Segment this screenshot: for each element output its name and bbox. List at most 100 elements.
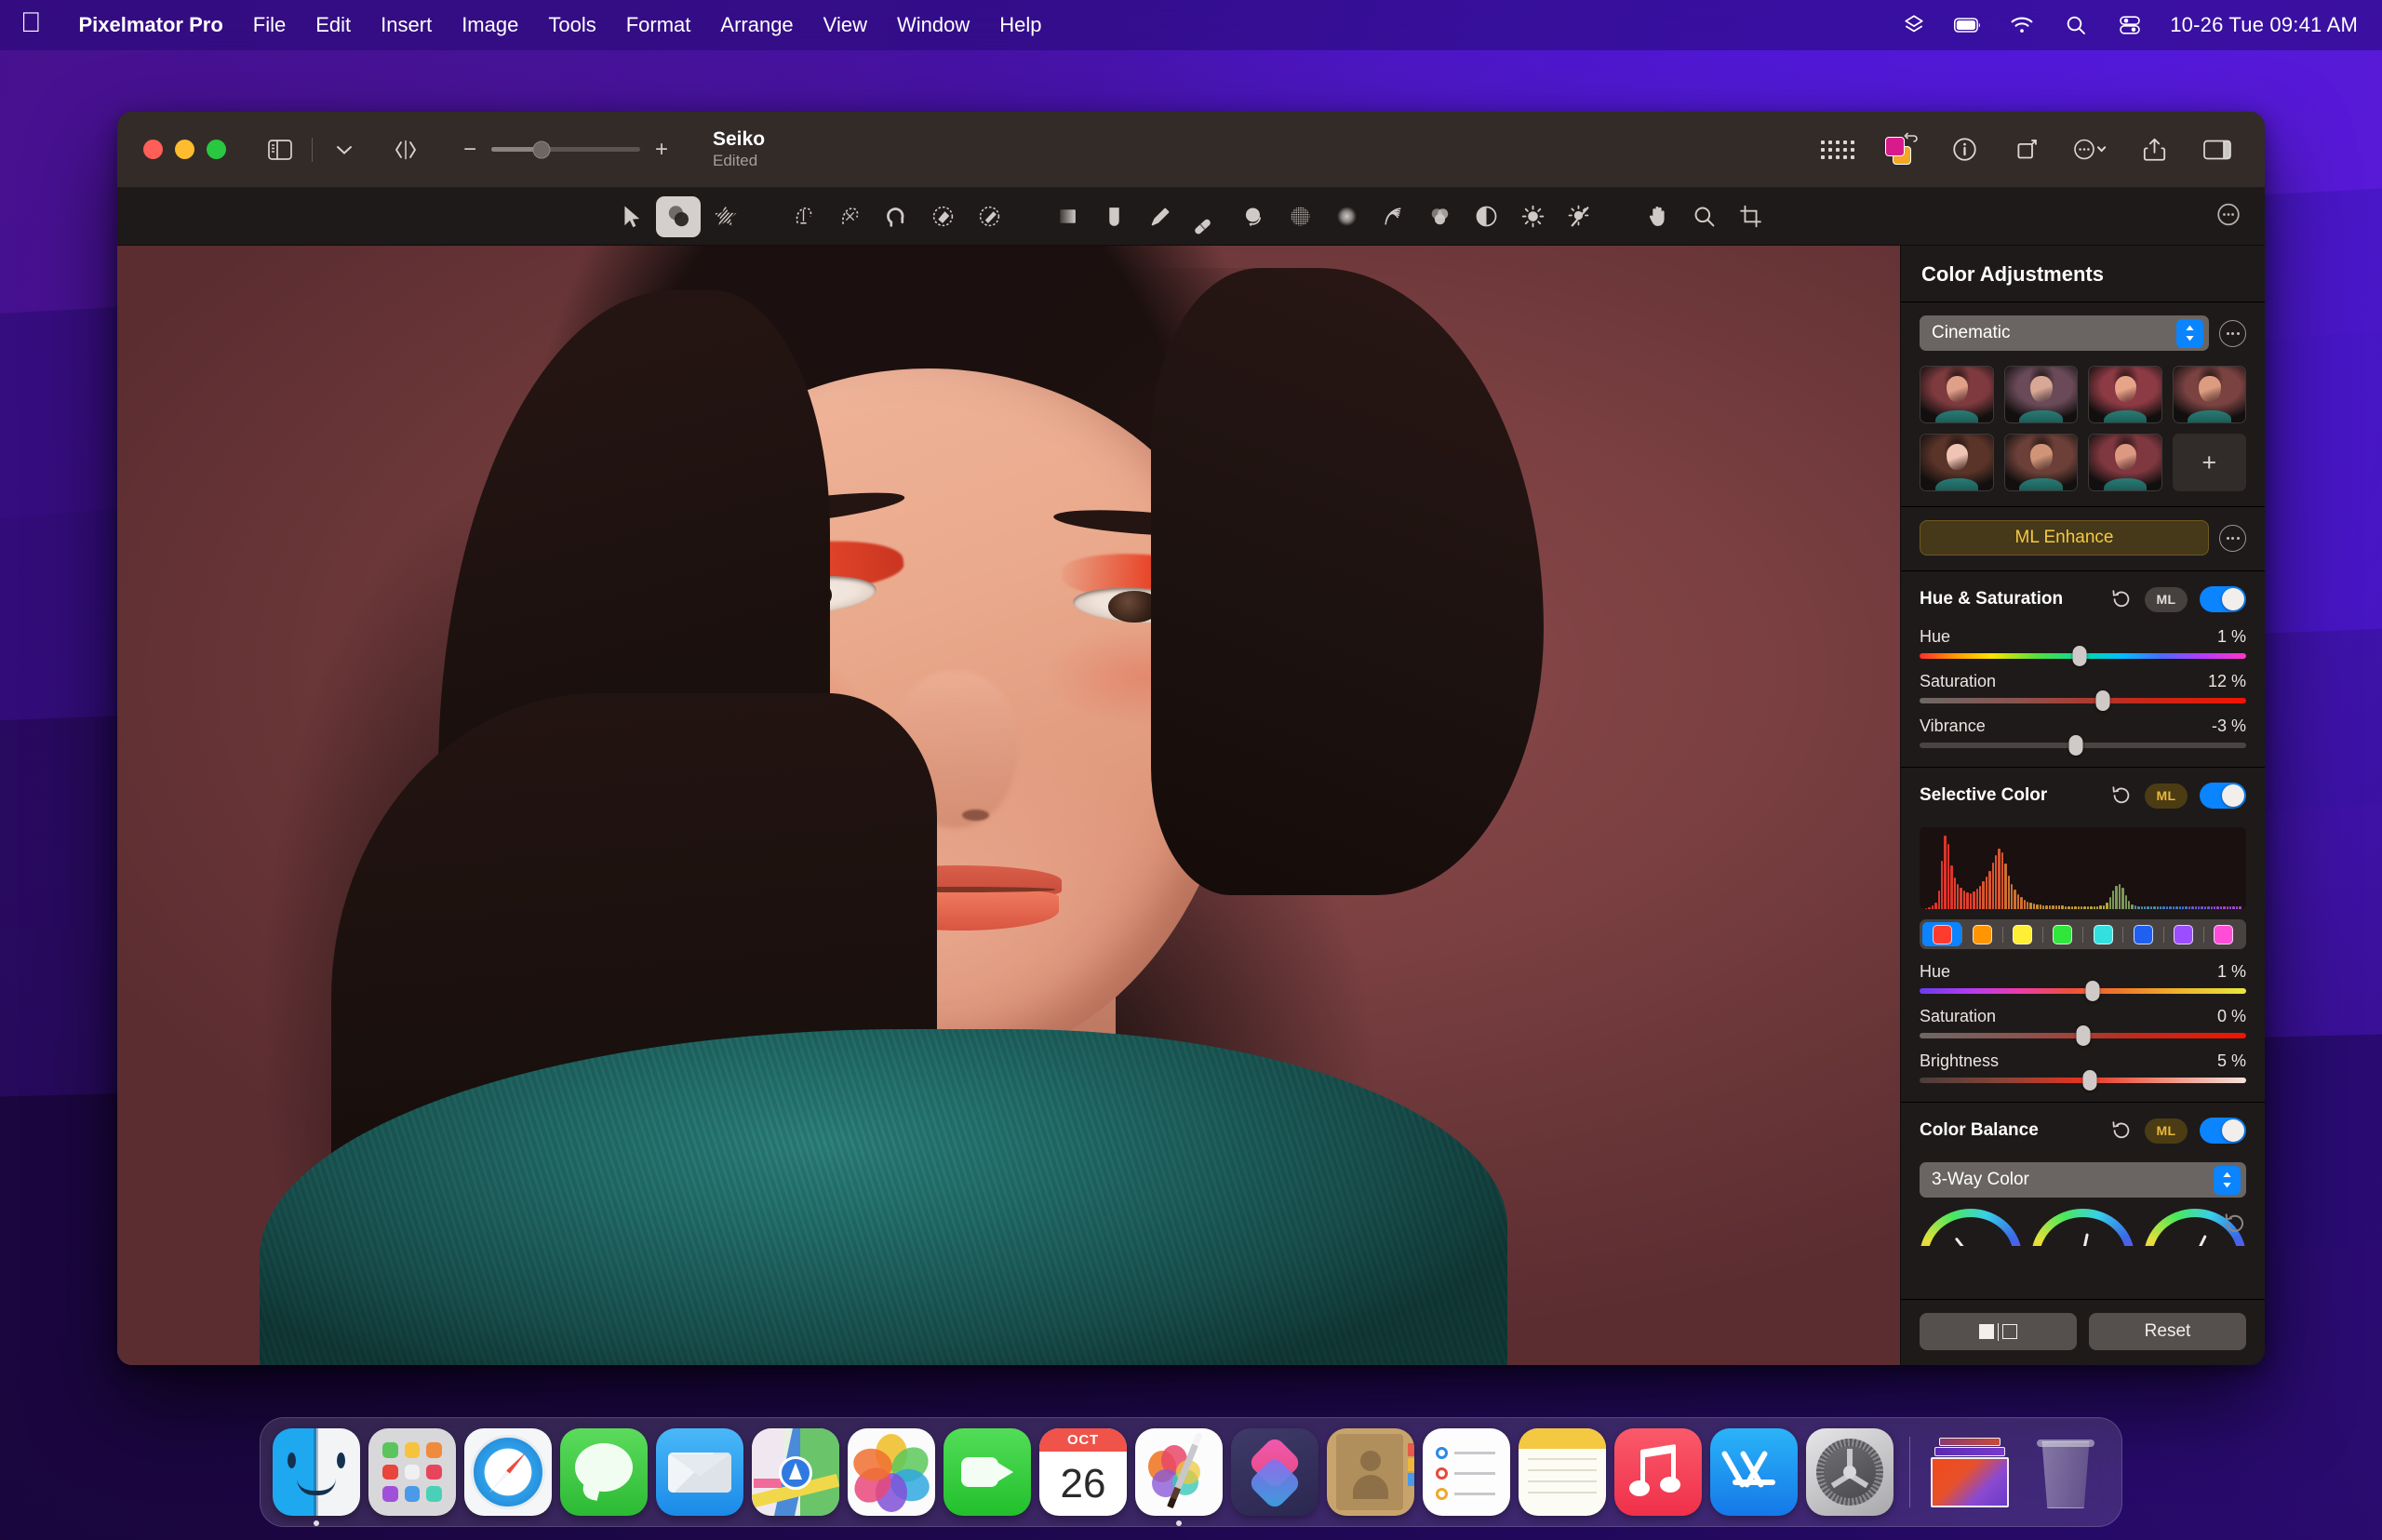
repair-tool[interactable] — [1184, 196, 1229, 237]
hand-tool[interactable] — [1635, 196, 1679, 237]
contrast-tool[interactable] — [1464, 196, 1508, 237]
menu-item-file[interactable]: File — [238, 9, 301, 41]
preset-thumbnail[interactable] — [2004, 434, 2079, 491]
selective-saturation-slider-knob[interactable] — [2076, 1025, 2090, 1046]
menu-item-edit[interactable]: Edit — [301, 9, 366, 41]
dock-item-shortcuts[interactable] — [1231, 1428, 1318, 1516]
blur-tool[interactable] — [1324, 196, 1369, 237]
orange-swatch[interactable] — [1962, 922, 2001, 946]
noise-tool[interactable] — [1278, 196, 1322, 237]
dock-item-finder[interactable] — [273, 1428, 360, 1516]
dock-item-app-store[interactable] — [1710, 1428, 1798, 1516]
hue-saturation-toggle[interactable] — [2200, 586, 2246, 612]
color-balance-mode-stepper[interactable] — [2214, 1166, 2241, 1195]
more-options-icon[interactable] — [2071, 132, 2110, 167]
selective-saturation-slider-track[interactable] — [1920, 1033, 2246, 1038]
selective-color-toggle[interactable] — [2200, 783, 2246, 809]
lighten-tool[interactable] — [1510, 196, 1555, 237]
menu-item-window[interactable]: Window — [882, 9, 984, 41]
ml-enhance-button[interactable]: ML Enhance — [1920, 520, 2209, 556]
dock-item-calendar[interactable]: OCT 26 — [1039, 1428, 1127, 1516]
menu-item-view[interactable]: View — [809, 9, 882, 41]
before-after-compare-button[interactable] — [1920, 1313, 2077, 1350]
color-balance-wheel-reset-icon[interactable] — [2224, 1212, 2246, 1239]
ml-enhance-more-options-icon[interactable] — [2219, 525, 2246, 552]
dock-item-trash[interactable] — [2022, 1428, 2109, 1516]
selective-brightness-slider-track[interactable] — [1920, 1078, 2246, 1083]
magnetic-selection-tool[interactable] — [874, 196, 918, 237]
menu-item-image[interactable]: Image — [447, 9, 533, 41]
preset-more-options-icon[interactable] — [2219, 320, 2246, 347]
help-circle-icon[interactable] — [2216, 202, 2241, 231]
preset-thumbnail[interactable] — [2173, 366, 2247, 423]
vibrance-slider-knob[interactable] — [2069, 735, 2083, 756]
close-button[interactable] — [143, 140, 163, 159]
chevron-down-icon[interactable] — [326, 133, 363, 167]
selective-hue-slider-track[interactable] — [1920, 988, 2246, 994]
zoom-button[interactable] — [207, 140, 226, 159]
preset-thumbnail[interactable] — [2088, 434, 2162, 491]
image-canvas[interactable] — [117, 246, 1900, 1365]
color-balance-ml-badge[interactable]: ML — [2145, 1118, 2188, 1144]
rotate-icon[interactable] — [2008, 132, 2047, 167]
dock-item-maps[interactable] — [752, 1428, 839, 1516]
magenta-swatch[interactable] — [2204, 922, 2243, 946]
dock-item-music[interactable] — [1614, 1428, 1702, 1516]
control-center-icon[interactable] — [2116, 11, 2144, 39]
saturation-slider-knob[interactable] — [2095, 690, 2109, 711]
apple-logo-icon[interactable]:  — [20, 9, 42, 37]
smudge-tool[interactable] — [1371, 196, 1415, 237]
dock-item-system-preferences[interactable] — [1806, 1428, 1894, 1516]
shadows-wheel[interactable] — [1920, 1209, 2022, 1246]
grid-view-icon[interactable] — [1818, 132, 1857, 167]
add-preset-button[interactable]: + — [2173, 434, 2247, 491]
midtones-wheel[interactable] — [2031, 1209, 2134, 1246]
zoom-out-button[interactable]: − — [462, 139, 478, 161]
panel-toggle-icon[interactable] — [2198, 132, 2237, 167]
hue-slider-knob[interactable] — [2072, 646, 2086, 666]
saturation-slider-track[interactable] — [1920, 698, 2246, 703]
dock-item-mail[interactable] — [656, 1428, 743, 1516]
preset-thumbnail[interactable] — [2004, 366, 2079, 423]
minimize-button[interactable] — [175, 140, 194, 159]
color-balance-reset-icon[interactable] — [2110, 1119, 2133, 1142]
menu-item-insert[interactable]: Insert — [366, 9, 447, 41]
share-icon[interactable] — [2134, 132, 2174, 167]
menu-bar-clock[interactable]: 10-26 Tue 09:41 AM — [2170, 13, 2358, 37]
arrange-icon[interactable] — [387, 133, 424, 167]
pencil-tool[interactable] — [1138, 196, 1183, 237]
panel-scroll-area[interactable]: Cinematic — [1901, 302, 2265, 1299]
reset-button[interactable]: Reset — [2089, 1313, 2246, 1350]
cyan-swatch[interactable] — [2083, 922, 2122, 946]
dock-item-pixelmator-pro[interactable] — [1135, 1428, 1223, 1516]
menu-item-tools[interactable]: Tools — [533, 9, 610, 41]
purple-swatch[interactable] — [2164, 922, 2203, 946]
preset-thumbnail[interactable] — [1920, 434, 1994, 491]
zoom-slider-track[interactable] — [491, 147, 640, 152]
color-balance-mode-select[interactable]: 3-Way Color — [1920, 1162, 2246, 1198]
effects-tool[interactable] — [703, 196, 747, 237]
zoom-slider-knob[interactable] — [533, 141, 551, 158]
color-swap-icon[interactable] — [1881, 132, 1920, 167]
dodge-burn-tool[interactable] — [1557, 196, 1601, 237]
selective-brightness-slider-knob[interactable] — [2082, 1070, 2096, 1091]
quick-selection-tool[interactable] — [781, 196, 825, 237]
selective-color-reset-icon[interactable] — [2110, 784, 2133, 807]
menu-item-arrange[interactable]: Arrange — [705, 9, 808, 41]
selective-hue-slider-knob[interactable] — [2086, 981, 2100, 1001]
dock-item-contacts[interactable] — [1327, 1428, 1414, 1516]
dock-item-facetime[interactable] — [943, 1428, 1031, 1516]
color-balance-toggle[interactable] — [2200, 1118, 2246, 1144]
sidebar-toggle-icon[interactable] — [261, 133, 299, 167]
menu-item-help[interactable]: Help — [984, 9, 1056, 41]
zoom-in-button[interactable]: + — [653, 139, 670, 161]
saturation-tool[interactable] — [1417, 196, 1462, 237]
preset-thumbnail[interactable] — [1920, 366, 1994, 423]
menu-item-pixelmator-pro[interactable]: Pixelmator Pro — [64, 9, 238, 41]
zoom-slider-group[interactable]: − + — [462, 139, 670, 161]
red-swatch[interactable] — [1922, 922, 1961, 946]
dock-item-safari[interactable] — [464, 1428, 552, 1516]
dock-item-photos[interactable] — [848, 1428, 935, 1516]
dock-item-messages[interactable] — [560, 1428, 648, 1516]
vibrance-slider-track[interactable] — [1920, 743, 2246, 748]
